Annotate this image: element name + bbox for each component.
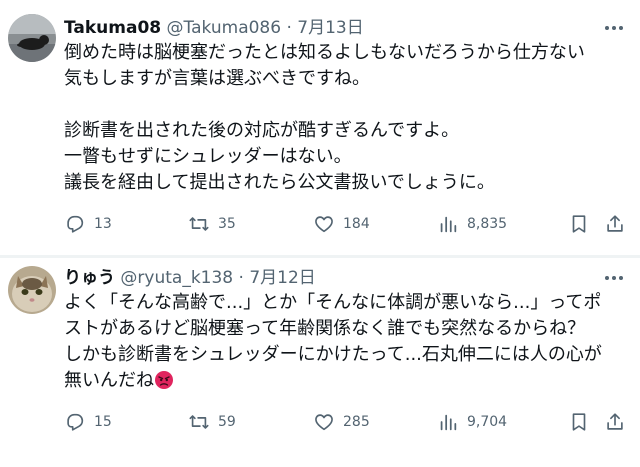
reply-count: 15 (94, 414, 112, 430)
repost-button[interactable]: 35 (188, 212, 236, 236)
more-icon[interactable] (602, 18, 626, 38)
display-name[interactable]: りゅう (64, 268, 115, 288)
user-handle[interactable]: @Takuma086 (167, 18, 282, 38)
tweet-text: よく「そんな高齢で...」とか「そんなに体調が悪いなら...」ってポ ストがある… (64, 290, 602, 394)
like-button[interactable]: 285 (313, 410, 370, 434)
repost-icon (189, 415, 209, 429)
tweet-line: 議長を経由して提出されたら公文書扱いでしょうに。 (64, 172, 495, 193)
like-count: 285 (343, 414, 370, 430)
tweet-text: 倒めた時は脳梗塞だったとは知るよしもないだろうから仕方ない 気もしますが言葉は選… (64, 40, 585, 196)
tweet-line: ストがあるけど脳梗塞って年齢関係なく誰でも突然なるからね？ (64, 318, 586, 339)
tweet-line: 診断書を出された後の対応が酷すぎるんですよ。 (64, 120, 460, 141)
share-button[interactable] (604, 410, 626, 434)
tweet-line-text: 無いんだね (64, 370, 154, 391)
more-icon[interactable] (602, 268, 626, 288)
like-count: 184 (343, 216, 370, 232)
reply-icon (67, 215, 84, 233)
view-count: 8,835 (467, 216, 508, 232)
action-bar: 15 59 285 9,704 (64, 410, 624, 434)
cat-closeup-avatar-icon (8, 266, 56, 314)
separator-dot: · (286, 18, 292, 38)
bookmark-icon (572, 215, 586, 233)
reply-button[interactable]: 15 (64, 410, 112, 434)
views-button[interactable]: 9,704 (437, 410, 507, 434)
tweet-line: 気もしますが言葉は選ぶべきですね。 (64, 68, 370, 89)
tweet-line: よく「そんな高齢で...」とか「そんなに体調が悪いなら...」ってポ (64, 292, 602, 313)
separator-dot: · (238, 268, 244, 288)
timeline-feed: Takuma08 @Takuma086 · 7月13日 倒めた時は脳梗塞だったと… (0, 0, 640, 467)
avatar[interactable] (8, 266, 56, 314)
like-icon (315, 216, 333, 233)
reply-count: 13 (94, 216, 112, 232)
bookmark-icon (572, 413, 586, 431)
like-button[interactable]: 184 (313, 212, 370, 236)
repost-count: 59 (218, 414, 236, 430)
views-button[interactable]: 8,835 (437, 212, 507, 236)
angry-face-emoji-icon (155, 371, 173, 389)
user-handle[interactable]: @ryuta_k138 (120, 268, 233, 288)
like-icon (315, 414, 333, 431)
tweet-header: Takuma08 @Takuma086 · 7月13日 (64, 16, 364, 40)
bookmark-button[interactable] (568, 212, 590, 236)
repost-icon (189, 217, 209, 231)
reply-button[interactable]: 13 (64, 212, 112, 236)
views-icon (440, 414, 457, 431)
tweet-line: 一瞥もせずにシュレッダーはない。 (64, 146, 352, 167)
post-date[interactable]: 7月13日 (297, 18, 363, 38)
action-bar: 13 35 184 8,835 (64, 212, 624, 236)
repost-button[interactable]: 59 (188, 410, 236, 434)
cat-photo-avatar-icon (8, 14, 56, 62)
share-button[interactable] (604, 212, 626, 236)
view-count: 9,704 (467, 414, 508, 430)
tweet-line-last: 無いんだね (64, 368, 602, 394)
share-icon (607, 413, 623, 430)
tweet-line: 倒めた時は脳梗塞だったとは知るよしもないだろうから仕方ない (64, 42, 585, 63)
views-icon (440, 216, 457, 233)
avatar[interactable] (8, 14, 56, 62)
tweet-line: しかも診断書をシュレッダーにかけたって...石丸伸二には人の心が (64, 344, 602, 365)
post-date[interactable]: 7月12日 (249, 268, 315, 288)
display-name[interactable]: Takuma08 (64, 18, 161, 38)
reply-icon (67, 413, 84, 431)
share-icon (607, 215, 623, 232)
tweet-header: りゅう @ryuta_k138 · 7月12日 (64, 266, 316, 290)
bookmark-button[interactable] (568, 410, 590, 434)
repost-count: 35 (218, 216, 236, 232)
